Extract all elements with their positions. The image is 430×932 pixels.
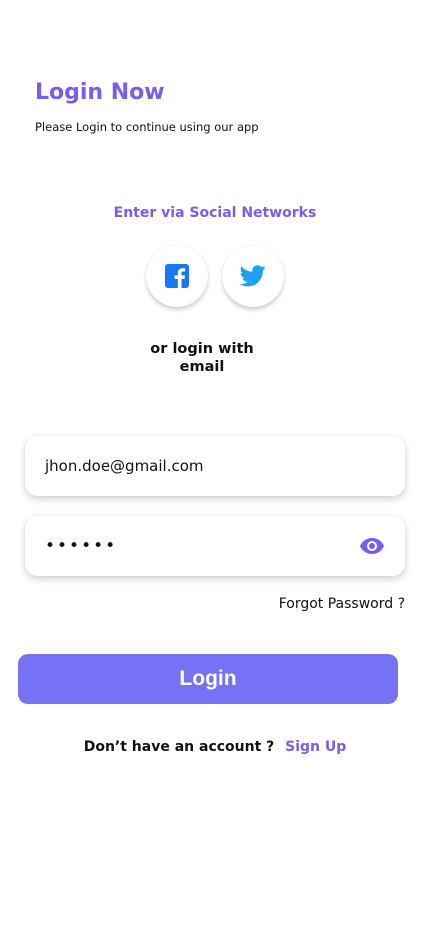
signup-prompt: Don’t have an account ? [83,739,275,755]
email-value: jhon.doe@gmail.com [45,457,204,475]
divider-text: or login with email [150,341,254,375]
password-field[interactable]: •••••• [25,516,405,576]
twitter-icon [240,265,266,287]
login-screen: Login Now Please Login to continue using… [0,0,430,932]
password-value: •••••• [45,536,118,556]
facebook-icon [165,264,189,288]
forgot-password-link[interactable]: Forgot Password ? [279,596,405,612]
email-field[interactable]: jhon.doe@gmail.com [25,436,405,496]
social-buttons [146,245,284,307]
login-button[interactable]: Login [18,654,398,704]
social-heading: Enter via Social Networks [113,205,317,221]
signup-row: Don’t have an account ? Sign Up [0,739,430,755]
signup-link[interactable]: Sign Up [285,739,346,755]
page-subtitle: Please Login to continue using our app [35,120,259,134]
twitter-login-button[interactable] [222,245,284,307]
page-title: Login Now [35,80,165,105]
facebook-login-button[interactable] [146,245,208,307]
eye-icon[interactable] [359,537,385,555]
